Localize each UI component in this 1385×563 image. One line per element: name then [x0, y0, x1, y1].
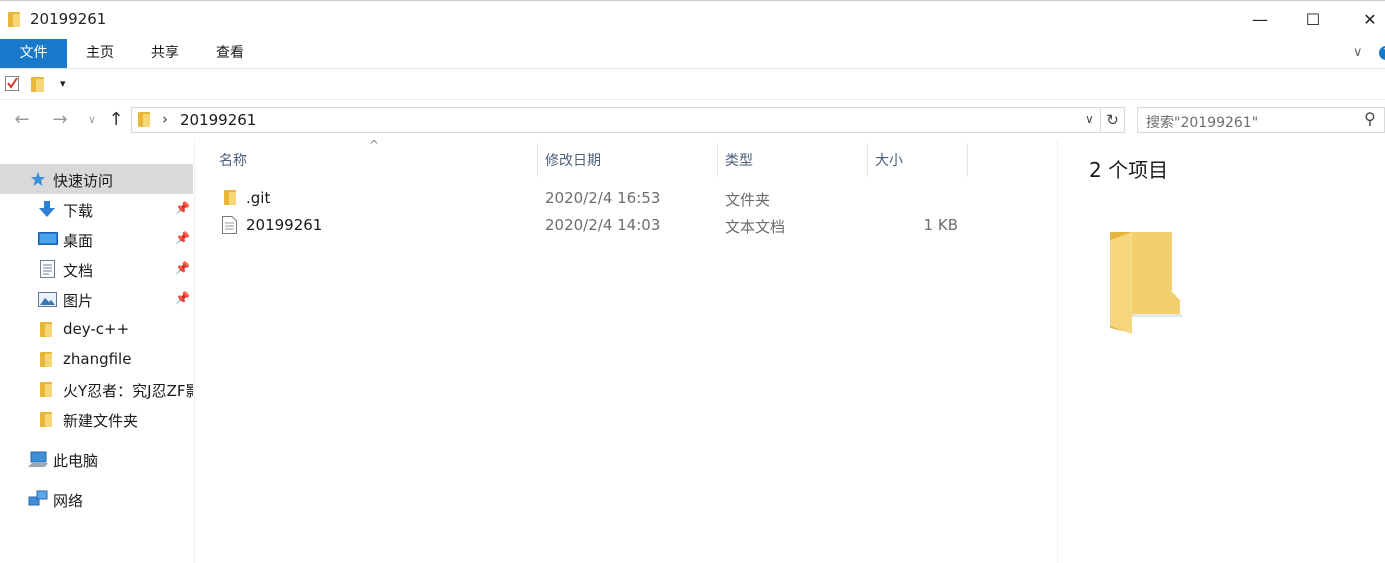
- help-button[interactable]: ?: [1379, 46, 1385, 60]
- sidebar-item-label: 网络: [53, 492, 84, 510]
- pin-icon[interactable]: 📌: [175, 231, 190, 245]
- sidebar-item-label: 桌面: [63, 232, 94, 250]
- document-icon: [40, 260, 55, 278]
- ribbon-expand-button[interactable]: ∨: [1353, 45, 1363, 60]
- star-icon: [31, 172, 45, 186]
- download-icon: [39, 201, 55, 217]
- sidebar-item-naruto-folder[interactable]: 火Y忍者：究J忍ZF影: [0, 374, 193, 404]
- minimize-button[interactable]: —: [1237, 1, 1283, 39]
- tab-view[interactable]: 查看: [208, 39, 252, 68]
- properties-icon[interactable]: [5, 76, 19, 91]
- back-button[interactable]: ←: [10, 108, 34, 132]
- sidebar-item-label: 新建文件夹: [63, 412, 139, 430]
- file-explorer-window: 20199261 — ☐ ✕ 文件 主页 共享 查看 ∨ ? ▾ ← → ∨ ↑…: [0, 0, 1385, 563]
- folder-icon: [40, 382, 52, 397]
- tab-share[interactable]: 共享: [143, 39, 187, 68]
- column-header-type[interactable]: 类型: [725, 150, 753, 170]
- column-divider[interactable]: [717, 143, 718, 177]
- column-header-modified[interactable]: 修改日期: [545, 150, 601, 170]
- item-count: 2 个项目: [1089, 158, 1169, 182]
- refresh-button[interactable]: ↻: [1101, 107, 1125, 133]
- up-button[interactable]: ↑: [104, 108, 128, 132]
- new-folder-icon[interactable]: [31, 77, 44, 92]
- sidebar-item-label: 火Y忍者：究J忍ZF影: [63, 382, 193, 400]
- address-dropdown-button[interactable]: ∨: [1085, 112, 1094, 126]
- title-bar: 20199261 — ☐ ✕: [0, 1, 1385, 39]
- address-row: ← → ∨ ↑ › 20199261 ∨ ↻ 搜索"20199261" ⚲: [0, 100, 1385, 140]
- close-button[interactable]: ✕: [1347, 1, 1385, 39]
- sidebar-item-label: 下载: [63, 202, 94, 220]
- sidebar-item-zhangfile[interactable]: zhangfile: [0, 344, 193, 374]
- sidebar-item-this-pc[interactable]: 此电脑: [0, 444, 193, 474]
- column-divider[interactable]: [537, 143, 538, 177]
- forward-button[interactable]: →: [48, 108, 72, 132]
- sort-indicator-icon: ^: [369, 138, 380, 152]
- customize-toolbar-button[interactable]: ▾: [60, 77, 66, 90]
- text-file-icon: [222, 216, 237, 234]
- sidebar-item-documents[interactable]: 文档 📌: [0, 254, 193, 284]
- file-list: ^ 名称 修改日期 类型 大小 .git 2020/2/4 16:53 文件夹 …: [196, 138, 1056, 563]
- folder-icon: [40, 352, 52, 367]
- this-pc-icon: [28, 451, 48, 467]
- file-size: 1 KB: [923, 216, 958, 234]
- table-row[interactable]: 20199261 2020/2/4 14:03 文本文档 1 KB: [196, 212, 1056, 239]
- breadcrumb-separator[interactable]: ›: [162, 110, 168, 128]
- search-icon[interactable]: ⚲: [1364, 109, 1376, 128]
- sidebar-item-label: dey-c++: [63, 320, 130, 338]
- sidebar-item-new-folder[interactable]: 新建文件夹: [0, 404, 193, 434]
- search-input[interactable]: 搜索"20199261" ⚲: [1137, 107, 1385, 133]
- breadcrumb-current[interactable]: 20199261: [180, 111, 256, 129]
- folder-icon: [40, 322, 52, 337]
- file-type: 文件夹: [725, 191, 771, 209]
- sidebar-item-label: 快速访问: [53, 172, 114, 190]
- search-placeholder: 搜索"20199261": [1146, 115, 1259, 131]
- sidebar-item-label: 文档: [63, 262, 94, 280]
- folder-icon: [8, 12, 20, 27]
- sidebar-item-quick-access[interactable]: 快速访问: [0, 164, 193, 194]
- sidebar-item-desktop[interactable]: 桌面 📌: [0, 224, 193, 254]
- file-name: 20199261: [246, 216, 323, 234]
- pin-icon[interactable]: 📌: [175, 261, 190, 275]
- maximize-button[interactable]: ☐: [1290, 1, 1336, 39]
- column-divider[interactable]: [967, 143, 968, 177]
- tab-home[interactable]: 主页: [78, 39, 122, 68]
- large-folder-icon: [1110, 232, 1182, 334]
- navigation-pane: 快速访问 下载 📌 桌面 📌 文档 📌 图片 📌 dey-c++ zhangfi…: [0, 140, 195, 563]
- desktop-icon: [38, 232, 58, 245]
- column-divider[interactable]: [867, 143, 868, 177]
- sidebar-item-dey-cpp[interactable]: dey-c++: [0, 314, 193, 344]
- sidebar-item-label: zhangfile: [63, 350, 132, 368]
- file-modified: 2020/2/4 16:53: [545, 189, 661, 207]
- sidebar-item-pictures[interactable]: 图片 📌: [0, 284, 193, 314]
- sidebar-item-label: 图片: [63, 292, 94, 310]
- file-type: 文本文档: [725, 218, 786, 236]
- network-icon: [28, 490, 48, 506]
- pin-icon[interactable]: 📌: [175, 291, 190, 305]
- ribbon-tabs: 文件 主页 共享 查看 ∨ ?: [0, 39, 1385, 69]
- address-bar[interactable]: › 20199261 ∨: [131, 107, 1101, 133]
- folder-icon: [138, 112, 150, 127]
- sidebar-item-label: 此电脑: [53, 452, 99, 470]
- pin-icon[interactable]: 📌: [175, 201, 190, 215]
- recent-locations-button[interactable]: ∨: [80, 108, 104, 132]
- tab-file[interactable]: 文件: [0, 39, 67, 68]
- file-modified: 2020/2/4 14:03: [545, 216, 661, 234]
- column-header-size[interactable]: 大小: [875, 150, 903, 170]
- file-name: .git: [246, 189, 271, 207]
- sidebar-item-downloads[interactable]: 下载 📌: [0, 194, 193, 224]
- pictures-icon: [38, 292, 57, 307]
- sidebar-item-network[interactable]: 网络: [0, 484, 193, 514]
- table-row[interactable]: .git 2020/2/4 16:53 文件夹: [196, 185, 1056, 212]
- folder-icon: [224, 190, 236, 205]
- details-pane: 2 个项目: [1057, 140, 1385, 563]
- column-header-name[interactable]: 名称: [219, 150, 247, 170]
- quick-access-toolbar: ▾: [0, 69, 1385, 100]
- window-title: 20199261: [30, 10, 107, 28]
- folder-icon: [40, 412, 52, 427]
